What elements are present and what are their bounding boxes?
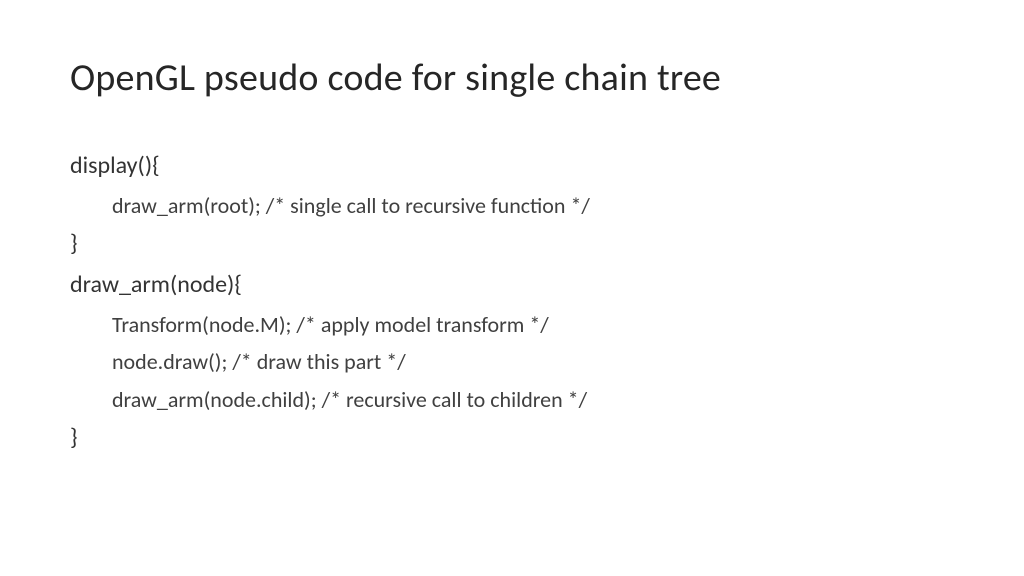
code-line-2: draw_arm(root); /* single call to recurs… [70,187,954,224]
code-line-6: node.draw(); /* draw this part */ [70,343,954,380]
code-block: display(){ draw_arm(root); /* single cal… [70,146,954,459]
slide-title: OpenGL pseudo code for single chain tree [70,55,954,101]
code-line-8: } [70,418,954,459]
code-line-1: display(){ [70,146,954,187]
code-line-5: Transform(node.M); /* apply model transf… [70,306,954,343]
code-line-3: } [70,224,954,265]
code-line-7: draw_arm(node.child); /* recursive call … [70,381,954,418]
code-line-4: draw_arm(node){ [70,265,954,306]
